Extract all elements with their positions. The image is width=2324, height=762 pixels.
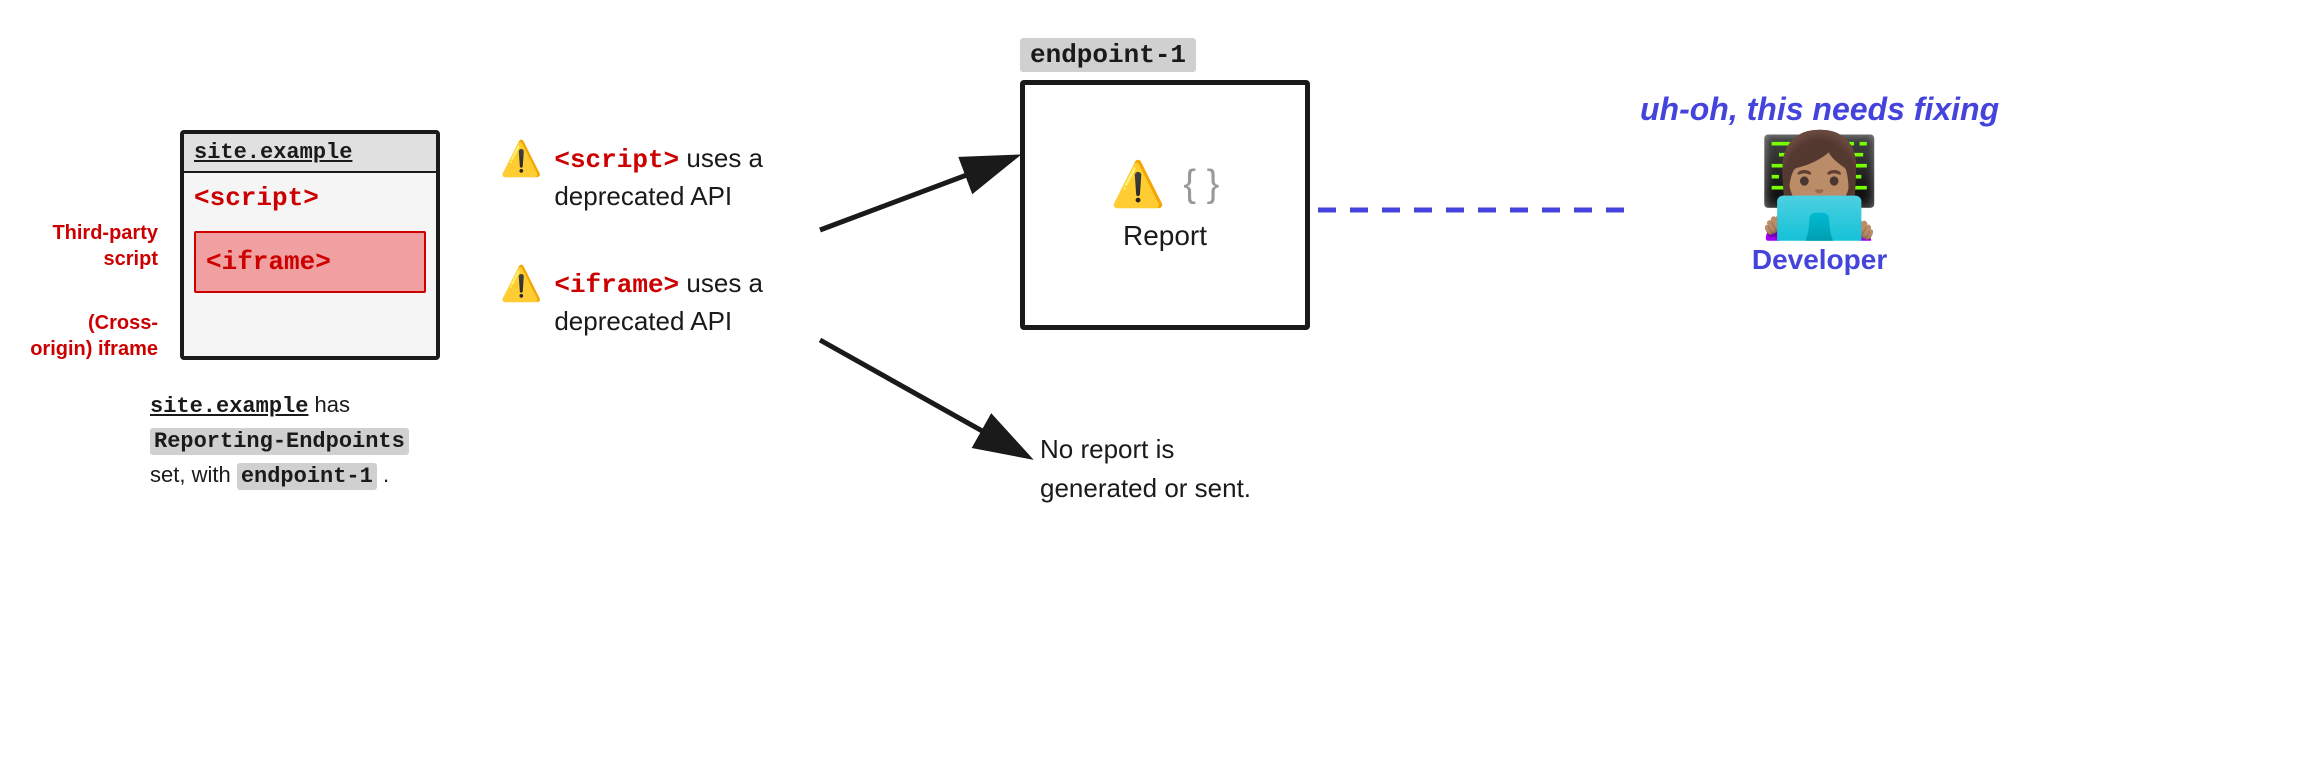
third-party-label: Third-party script	[28, 220, 158, 272]
bottom-has: has	[308, 392, 350, 417]
site-example-box: site.example <script> <iframe>	[180, 130, 440, 360]
endpoint-label: endpoint-1	[1020, 38, 1196, 72]
no-report-text: No report isgenerated or sent.	[1040, 430, 1251, 508]
warning-iframe: ⚠️ <iframe> uses a deprecated API	[500, 265, 834, 340]
uh-oh-text: uh-oh, this needs fixing	[1640, 90, 1999, 128]
warning-iframe-tag: <iframe>	[554, 270, 679, 300]
warning-icon-iframe: ⚠️	[500, 267, 542, 301]
warning-text-script: <script> uses a deprecated API	[554, 140, 834, 215]
warning-script-tag: <script>	[554, 145, 679, 175]
site-box-iframe: <iframe>	[194, 231, 426, 293]
bottom-set-with: set, with	[150, 462, 237, 487]
cross-origin-label: (Cross-origin) iframe	[28, 310, 158, 362]
bottom-reporting-endpoints: Reporting-Endpoints	[150, 428, 409, 455]
endpoint-report-text: Report	[1123, 220, 1207, 252]
warning-icon-script: ⚠️	[500, 142, 542, 176]
developer-area: uh-oh, this needs fixing 👩🏽‍💻 Developer	[1640, 90, 1999, 276]
diagram-container: Third-party script (Cross-origin) iframe…	[0, 0, 2324, 762]
warning-text-iframe: <iframe> uses a deprecated API	[554, 265, 834, 340]
bottom-endpoint-1: endpoint-1	[237, 463, 377, 490]
endpoint-box: ⚠️ { } Report	[1020, 80, 1310, 330]
warning-script: ⚠️ <script> uses a deprecated API	[500, 140, 834, 215]
bottom-text: site.example has Reporting-Endpoints set…	[150, 388, 409, 493]
site-box-script: <script>	[184, 173, 436, 223]
developer-label: Developer	[1752, 244, 1887, 276]
bottom-period: .	[377, 462, 389, 487]
warning-triangle-icon: ⚠️	[1111, 158, 1166, 210]
developer-emoji: 👩🏽‍💻	[1757, 136, 1882, 236]
warnings-area: ⚠️ <script> uses a deprecated API ⚠️ <if…	[500, 140, 834, 340]
site-box-title: site.example	[184, 134, 436, 173]
bottom-site-example: site.example	[150, 394, 308, 419]
json-braces-icon: { }	[1183, 163, 1219, 206]
endpoint-icons: ⚠️ { }	[1111, 158, 1220, 210]
